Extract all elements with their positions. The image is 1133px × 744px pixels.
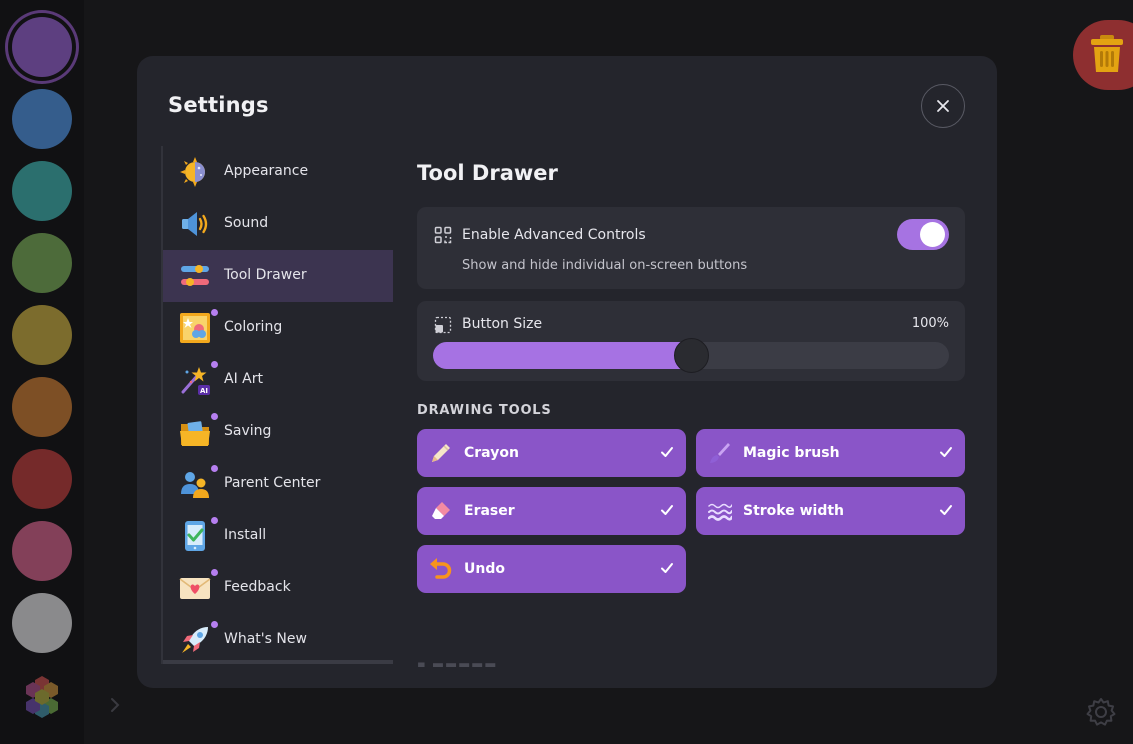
swatch-teal[interactable] — [12, 161, 72, 221]
nav-item-parent-center[interactable]: Parent Center — [163, 458, 393, 510]
nav-item-sound[interactable]: Sound — [163, 198, 393, 250]
stroke-width-icon — [708, 503, 732, 521]
chevron-right-icon[interactable] — [106, 696, 124, 714]
check-icon — [661, 563, 673, 573]
close-button[interactable] — [921, 84, 965, 128]
tool-toggle-stroke-width[interactable]: Stroke width — [696, 487, 965, 535]
resize-icon — [434, 316, 452, 334]
button-size-slider[interactable] — [433, 338, 949, 373]
tool-label-magic-brush: Magic brush — [743, 445, 840, 461]
nav-label-parent-center: Parent Center — [224, 475, 321, 491]
speaker-icon — [182, 212, 208, 236]
close-icon — [937, 100, 949, 112]
nav-item-coloring[interactable]: Coloring — [163, 302, 393, 354]
coloring-book-icon — [180, 313, 210, 343]
envelope-heart-icon — [179, 578, 211, 599]
nav-item-appearance[interactable]: Appearance — [163, 146, 393, 198]
parents-icon — [181, 472, 209, 498]
trash-icon — [1091, 35, 1123, 72]
new-badge-dot — [211, 309, 218, 316]
tool-toggle-magic-brush[interactable]: Magic brush — [696, 429, 965, 477]
nav-item-tool-drawer[interactable]: Tool Drawer — [163, 250, 393, 302]
svg-text:AI: AI — [200, 387, 208, 395]
advanced-controls-toggle[interactable] — [897, 219, 949, 250]
rocket-icon — [182, 627, 208, 653]
magic-wand-icon: AI — [181, 367, 210, 395]
nav-label-sound: Sound — [224, 215, 269, 231]
advanced-controls-description: Show and hide individual on-screen butto… — [462, 258, 748, 273]
new-badge-dot — [211, 517, 218, 524]
qr-grid-icon — [434, 226, 452, 244]
tool-toggle-undo[interactable]: Undo — [417, 545, 686, 593]
color-wheel-icon[interactable] — [18, 672, 66, 720]
eraser-icon — [432, 502, 450, 519]
swatch-blue[interactable] — [12, 89, 72, 149]
button-size-value: 100% — [911, 316, 949, 331]
swatch-green[interactable] — [12, 233, 72, 293]
trash-button[interactable] — [1073, 20, 1133, 90]
check-icon — [940, 447, 952, 457]
check-icon — [940, 505, 952, 515]
nav-label-tool-drawer: Tool Drawer — [224, 267, 307, 283]
nav-label-whats-new: What's New — [224, 631, 307, 647]
nav-label-install: Install — [224, 527, 267, 543]
settings-nav: Appearance Sound Tool Drawer Coloring AI… — [161, 146, 393, 664]
new-badge-dot — [211, 361, 218, 368]
sliders-icon — [181, 265, 209, 286]
slider-thumb[interactable] — [674, 338, 709, 373]
check-icon — [661, 505, 673, 515]
color-palette — [0, 0, 84, 744]
phone-check-icon — [185, 521, 205, 551]
new-badge-dot — [211, 465, 218, 472]
nav-item-install[interactable]: Install — [163, 510, 393, 562]
drawing-tools-heading: DRAWING TOOLS — [417, 403, 552, 418]
new-badge-dot — [211, 569, 218, 576]
tool-label-stroke-width: Stroke width — [743, 503, 845, 519]
nav-item-saving[interactable]: Saving — [163, 406, 393, 458]
button-size-label: Button Size — [462, 316, 543, 332]
advanced-controls-card: Enable Advanced Controls Show and hide i… — [417, 207, 965, 289]
advanced-controls-label: Enable Advanced Controls — [462, 227, 646, 243]
section-title: Tool Drawer — [417, 161, 558, 185]
nav-item-feedback[interactable]: Feedback — [163, 562, 393, 614]
gear-icon[interactable] — [1086, 697, 1116, 727]
swatch-red[interactable] — [12, 449, 72, 509]
clipped-text-fragment: ▪ ▬▬▬▬▬ — [417, 659, 498, 667]
nav-label-ai-art: AI Art — [224, 371, 263, 387]
nav-label-appearance: Appearance — [224, 163, 309, 179]
nav-item-whats-new[interactable]: What's New — [163, 614, 393, 664]
button-size-card: Button Size 100% — [417, 301, 965, 381]
swatch-purple[interactable] — [12, 17, 72, 77]
nav-label-coloring: Coloring — [224, 319, 283, 335]
new-badge-dot — [211, 621, 218, 628]
nav-label-saving: Saving — [224, 423, 272, 439]
check-icon — [661, 447, 673, 457]
tool-label-eraser: Eraser — [464, 503, 515, 519]
new-badge-dot — [211, 413, 218, 420]
tool-label-crayon: Crayon — [464, 445, 519, 461]
undo-icon — [430, 558, 452, 579]
toggle-knob — [920, 222, 945, 247]
swatch-orange[interactable] — [12, 377, 72, 437]
modal-title: Settings — [168, 93, 269, 117]
swatch-gray[interactable] — [12, 593, 72, 653]
nav-label-feedback: Feedback — [224, 579, 291, 595]
swatch-olive[interactable] — [12, 305, 72, 365]
tool-toggle-eraser[interactable]: Eraser — [417, 487, 686, 535]
tool-label-undo: Undo — [464, 561, 505, 577]
swatch-pink[interactable] — [12, 521, 72, 581]
nav-item-ai-art[interactable]: AI AI Art — [163, 354, 393, 406]
magic-brush-icon — [710, 443, 730, 463]
settings-modal: Settings Appearance Sound Tool Drawer Co… — [137, 56, 997, 688]
next-section-heading-clipped: ▪ ▬▬▬▬▬ — [417, 659, 507, 667]
folder-icon — [180, 421, 210, 446]
crayon-icon — [432, 444, 450, 462]
day-night-icon — [180, 157, 205, 187]
tool-toggle-crayon[interactable]: Crayon — [417, 429, 686, 477]
slider-fill — [433, 342, 691, 369]
